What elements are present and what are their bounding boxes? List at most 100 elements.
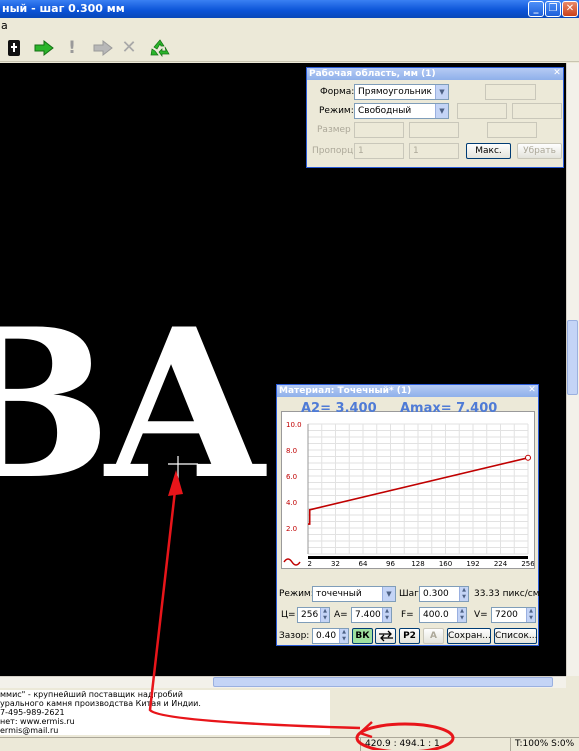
spinner-icon[interactable]: ▲ ▼ bbox=[457, 608, 466, 622]
horizontal-scroll-thumb[interactable] bbox=[213, 677, 553, 687]
size-width-field bbox=[354, 122, 404, 138]
x-tick-label: 256 bbox=[521, 560, 534, 568]
wave-icon bbox=[283, 558, 301, 566]
restore-button[interactable]: ❐ bbox=[545, 1, 561, 17]
c-value: 256 bbox=[301, 610, 319, 620]
gap-label: Зазор: bbox=[279, 631, 310, 641]
max-button[interactable]: Макс. bbox=[466, 143, 511, 159]
material-mode-select[interactable]: точечный ▼ bbox=[312, 586, 396, 602]
v-field[interactable]: 7200 ▲ ▼ bbox=[491, 607, 536, 623]
work-area-panel-title: Рабочая область, мм (1) ✕ bbox=[307, 68, 563, 80]
arrow-right-green-icon[interactable] bbox=[34, 39, 54, 57]
x-tick-label: 192 bbox=[466, 560, 479, 568]
a-button: A bbox=[423, 628, 444, 644]
list-button[interactable]: Список... bbox=[494, 628, 538, 644]
chevron-down-icon: ▼ bbox=[382, 587, 395, 601]
work-canvas[interactable]: BA Рабочая область, мм (1) ✕ Форма: Прям… bbox=[0, 63, 566, 676]
vk-button[interactable]: ВК bbox=[352, 628, 373, 644]
window-title: ный - шаг 0.300 мм bbox=[2, 2, 125, 15]
arrow-right-gray-icon[interactable] bbox=[93, 39, 113, 57]
proportion-field-1: 1 bbox=[354, 143, 404, 159]
power-chart[interactable]: 2.0 4.0 6.0 8.0 10.0 2 32 64 96 128 160 192 224 256 bbox=[281, 411, 535, 569]
chevron-down-icon: ▼ bbox=[435, 104, 448, 118]
extra-field-2 bbox=[457, 103, 507, 119]
proportion-label: Пропорц bbox=[312, 146, 354, 156]
shape-select[interactable]: Прямоугольник ▼ bbox=[354, 84, 449, 100]
size-label: Размер bbox=[317, 125, 351, 135]
extra-field-4 bbox=[487, 122, 537, 138]
step-field[interactable]: 0.300 ▲ ▼ bbox=[419, 586, 469, 602]
vertical-scroll-thumb[interactable] bbox=[567, 320, 578, 395]
swap-arrows-button[interactable] bbox=[375, 628, 396, 644]
step-value: 0.300 bbox=[423, 589, 449, 599]
extra-field-3 bbox=[512, 103, 562, 119]
spinner-icon[interactable]: ▲ ▼ bbox=[339, 629, 348, 643]
y-tick-label: 8.0 bbox=[286, 447, 297, 455]
spinner-icon[interactable]: ▲ ▼ bbox=[320, 608, 329, 622]
x-tick-label: 96 bbox=[386, 560, 395, 568]
footer-line: нет: www.ermis.ru bbox=[0, 717, 75, 726]
power-chart-svg: 2.0 4.0 6.0 8.0 10.0 2 32 64 96 128 160 192 224 256 bbox=[283, 421, 535, 568]
f-field[interactable]: 400.0 ▲ ▼ bbox=[419, 607, 467, 623]
f-value: 400.0 bbox=[423, 610, 449, 620]
spinner-icon[interactable]: ▲ ▼ bbox=[382, 608, 391, 622]
mode-select-value: Свободный bbox=[358, 106, 412, 116]
chevron-down-icon: ▼ bbox=[435, 85, 448, 99]
exclamation-icon[interactable]: ! bbox=[63, 39, 81, 57]
proportion-field-2: 1 bbox=[409, 143, 459, 159]
x-tick-label: 2 bbox=[307, 560, 311, 568]
pixels-per-cm: 33.33 пикс/см bbox=[474, 589, 540, 599]
v-value: 7200 bbox=[495, 610, 518, 620]
canvas-text: BA bbox=[0, 285, 264, 525]
minimize-button[interactable]: _ bbox=[528, 1, 544, 17]
a-value: 7.400 bbox=[355, 610, 381, 620]
spinner-icon[interactable]: ▲ ▼ bbox=[526, 608, 535, 622]
work-area-panel-title-text: Рабочая область, мм (1) bbox=[309, 69, 436, 79]
a2-label: A2= 3.400 bbox=[301, 401, 377, 416]
shape-select-value: Прямоугольник bbox=[358, 87, 432, 97]
f-label: F= bbox=[401, 610, 414, 620]
crosshair-cursor-icon bbox=[168, 456, 198, 486]
y-tick-label: 4.0 bbox=[286, 499, 297, 507]
material-mode-value: точечный bbox=[316, 589, 362, 599]
material-panel-title-text: Материал: Точечный* (1) bbox=[279, 386, 412, 396]
status-bar: 420.9 : 494.1 : 1 T:100% S:0% bbox=[0, 737, 579, 751]
proportion-value-1: 1 bbox=[358, 146, 364, 156]
mode-select[interactable]: Свободный ▼ bbox=[354, 103, 449, 119]
material-panel: Материал: Точечный* (1) ✕ 2.0 4.0 6.0 8.0 10… bbox=[276, 384, 540, 646]
x-gradient-bar bbox=[308, 556, 528, 559]
c-field[interactable]: 256 ▲ ▼ bbox=[297, 607, 330, 623]
a-label: A= bbox=[334, 610, 348, 620]
extra-field-1 bbox=[485, 84, 536, 100]
material-panel-close-icon[interactable]: ✕ bbox=[527, 385, 537, 396]
material-panel-title: Материал: Точечный* (1) ✕ bbox=[277, 385, 538, 397]
toolbar: ! ✕ bbox=[0, 34, 579, 62]
c-label: Ц= bbox=[281, 610, 296, 620]
footer-line: 7-495-989-2621 bbox=[0, 708, 65, 717]
work-area-panel-close-icon[interactable]: ✕ bbox=[552, 68, 562, 79]
footer-info: ммис" - крупнейший поставщик надгробий у… bbox=[0, 690, 330, 735]
work-area-panel: Рабочая область, мм (1) ✕ Форма: Прямоуг… bbox=[306, 67, 564, 168]
spinner-icon[interactable]: ▲ ▼ bbox=[459, 587, 468, 601]
proportion-value-2: 1 bbox=[413, 146, 419, 156]
y-tick-label: 6.0 bbox=[286, 473, 297, 481]
footer-line: урального камня производства Китая и Инд… bbox=[0, 699, 201, 708]
menu-item-1[interactable]: а bbox=[1, 19, 8, 32]
window-title-bar: ный - шаг 0.300 мм _ ❐ ✕ bbox=[0, 0, 579, 18]
x-tick-label: 64 bbox=[359, 560, 368, 568]
a-field[interactable]: 7.400 ▲ ▼ bbox=[351, 607, 392, 623]
p2-button[interactable]: P2 bbox=[399, 628, 420, 644]
close-x-icon[interactable]: ✕ bbox=[120, 39, 138, 57]
size-height-field bbox=[409, 122, 459, 138]
amax-label: Amax= 7.400 bbox=[400, 401, 498, 416]
recycle-icon[interactable] bbox=[150, 39, 170, 58]
menu-bar: а bbox=[0, 18, 579, 34]
remove-button: Убрать bbox=[517, 143, 562, 159]
series-end-point bbox=[525, 454, 531, 461]
save-button[interactable]: Сохран... bbox=[447, 628, 491, 644]
footer-line: ermis@mail.ru bbox=[0, 726, 59, 735]
close-window-button[interactable]: ✕ bbox=[562, 1, 578, 17]
phone-icon[interactable] bbox=[5, 39, 23, 57]
gap-field[interactable]: 0.40 ▲ ▼ bbox=[312, 628, 349, 644]
y-tick-label: 2.0 bbox=[286, 525, 297, 533]
